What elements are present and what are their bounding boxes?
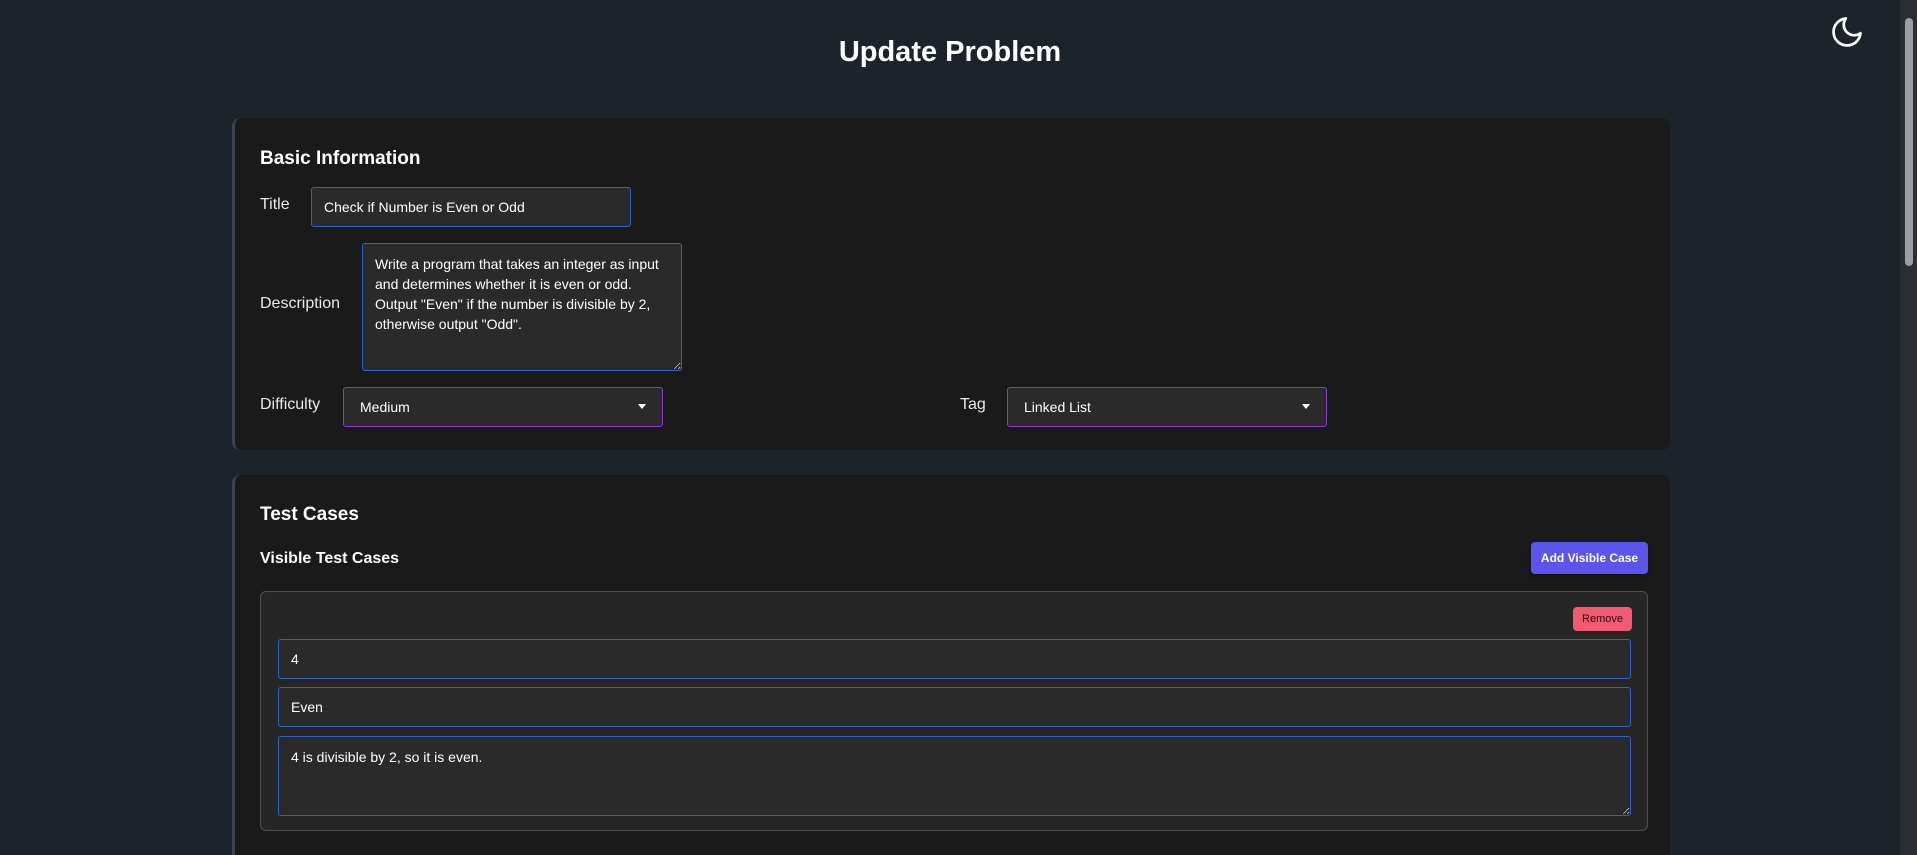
page-title: Update Problem bbox=[838, 36, 1062, 68]
test-cases-heading: Test Cases bbox=[260, 504, 359, 525]
page: Update Problem Basic Information Title D… bbox=[0, 0, 1917, 855]
title-input[interactable] bbox=[311, 187, 631, 227]
test-cases-card: Test Cases Visible Test Cases Add Visibl… bbox=[232, 475, 1670, 855]
add-visible-case-button[interactable]: Add Visible Case bbox=[1531, 542, 1648, 574]
case-output-field[interactable] bbox=[278, 687, 1631, 727]
visible-test-case: Remove 4 is divisible by 2, so it is eve… bbox=[260, 591, 1648, 831]
description-textarea[interactable]: Write a program that takes an integer as… bbox=[362, 243, 682, 371]
caret-down-icon bbox=[1302, 404, 1310, 409]
basic-information-card: Basic Information Title Description Writ… bbox=[232, 118, 1670, 450]
description-label: Description bbox=[260, 295, 341, 312]
visible-test-cases-heading: Visible Test Cases bbox=[260, 550, 400, 567]
tag-label: Tag bbox=[960, 396, 986, 413]
page-scrollbar[interactable] bbox=[1900, 0, 1917, 855]
difficulty-value: Medium bbox=[360, 399, 410, 415]
remove-case-button[interactable]: Remove bbox=[1573, 607, 1632, 631]
tag-value: Linked List bbox=[1024, 399, 1091, 415]
caret-down-icon bbox=[638, 404, 646, 409]
difficulty-label: Difficulty bbox=[260, 396, 321, 413]
tag-select[interactable]: Linked List bbox=[1007, 387, 1327, 427]
scrollbar-thumb[interactable] bbox=[1905, 18, 1913, 266]
title-label: Title bbox=[260, 196, 290, 213]
difficulty-select[interactable]: Medium bbox=[343, 387, 663, 427]
basic-information-heading: Basic Information bbox=[260, 148, 421, 169]
case-explanation-textarea[interactable]: 4 is divisible by 2, so it is even. bbox=[278, 736, 1631, 816]
case-input-field[interactable] bbox=[278, 639, 1631, 679]
